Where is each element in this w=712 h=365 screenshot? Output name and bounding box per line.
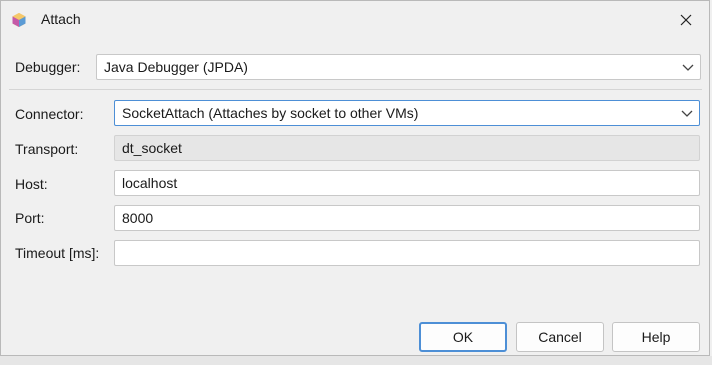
connector-select[interactable]: SocketAttach (Attaches by socket to othe…	[114, 100, 700, 126]
chevron-down-icon	[681, 110, 693, 117]
ok-button[interactable]: OK	[419, 322, 507, 352]
background-window-strip	[0, 356, 712, 365]
port-field[interactable]: 8000	[114, 205, 700, 231]
close-button[interactable]	[663, 1, 709, 39]
transport-field: dt_socket	[114, 135, 700, 161]
chevron-down-icon	[682, 64, 694, 71]
host-label: Host:	[15, 176, 48, 192]
connector-value: SocketAttach (Attaches by socket to othe…	[122, 105, 419, 121]
port-label: Port:	[15, 210, 45, 226]
timeout-label: Timeout [ms]:	[15, 245, 100, 261]
timeout-field[interactable]	[114, 240, 700, 266]
separator	[9, 89, 702, 90]
host-value: localhost	[122, 175, 178, 191]
connector-label: Connector:	[15, 106, 84, 122]
dialog-title: Attach	[41, 11, 81, 27]
debugger-select[interactable]: Java Debugger (JPDA)	[96, 54, 701, 80]
port-value: 8000	[122, 210, 154, 226]
help-button[interactable]: Help	[612, 322, 700, 352]
transport-value: dt_socket	[122, 140, 182, 156]
attach-dialog: Attach Debugger: Java Debugger (JPDA) Co…	[0, 0, 710, 356]
cancel-button[interactable]: Cancel	[516, 322, 604, 352]
debugger-value: Java Debugger (JPDA)	[104, 59, 248, 75]
host-field[interactable]: localhost	[114, 170, 700, 196]
title-bar: Attach	[1, 1, 709, 39]
debugger-label: Debugger:	[15, 59, 81, 75]
transport-label: Transport:	[15, 141, 79, 157]
close-icon	[680, 14, 692, 26]
netbeans-cube-icon	[11, 12, 27, 28]
